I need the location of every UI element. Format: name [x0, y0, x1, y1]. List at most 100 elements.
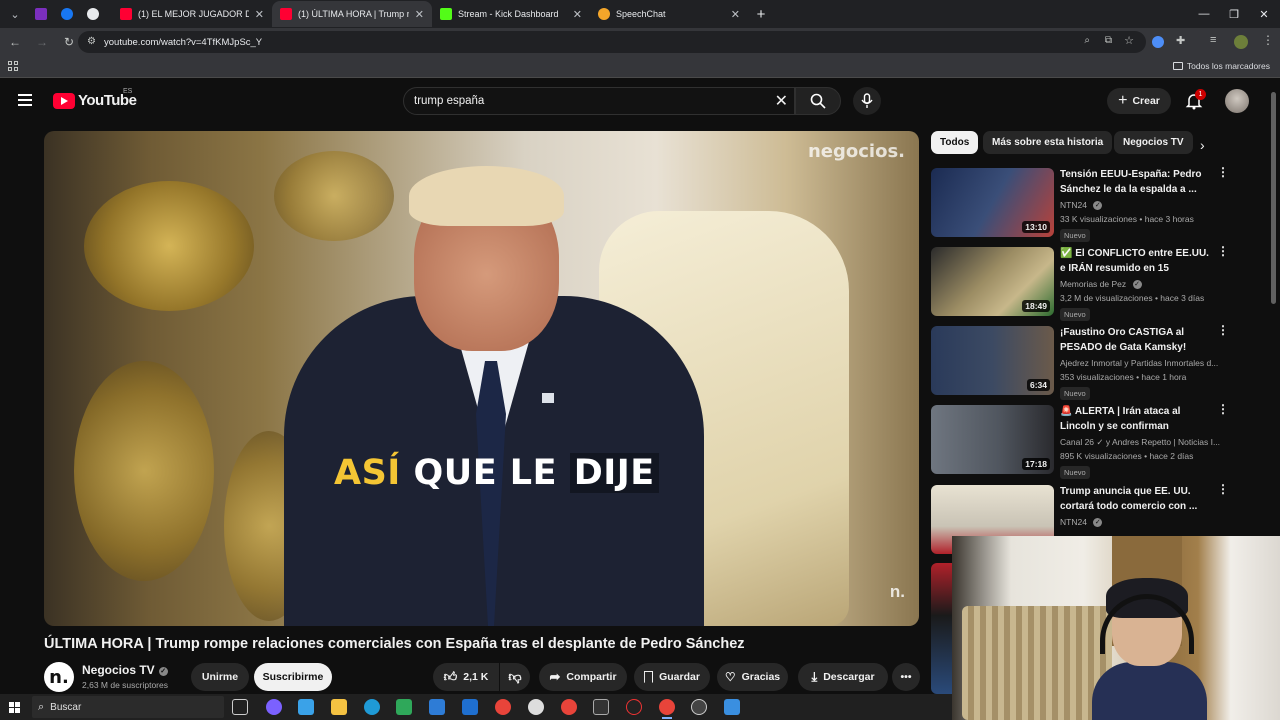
file-explorer-icon[interactable]	[331, 699, 347, 715]
apps-grid-icon[interactable]	[8, 61, 18, 71]
address-bar[interactable]: ⚙ youtube.com/watch?v=4TfKMJpSc_Y ⌕ ⧉ ☆	[78, 31, 1146, 53]
all-bookmarks-button[interactable]: Todos los marcadores	[1172, 61, 1270, 71]
share-button[interactable]: ➦ Compartir	[539, 663, 627, 691]
thanks-button[interactable]: ♡ Gracias	[717, 663, 788, 691]
recommendation-item[interactable]: 17:18 🚨 ALERTA | Irán ataca al Lincoln y…	[931, 403, 1231, 479]
video-thumbnail[interactable]: 18:49	[931, 247, 1054, 316]
chip-mas-sobre-esta-historia[interactable]: Más sobre esta historia	[983, 131, 1113, 154]
forward-arrow-icon[interactable]: →	[30, 30, 54, 54]
extensions-puzzle-icon[interactable]: ✚	[1176, 34, 1185, 47]
tab-close-icon[interactable]: ✕	[255, 8, 264, 21]
obs-icon[interactable]	[593, 699, 609, 715]
save-button[interactable]: Guardar	[634, 663, 710, 691]
restore-window-button[interactable]: ❐	[1218, 0, 1250, 28]
video-duration: 13:10	[1022, 221, 1050, 233]
mail-icon[interactable]	[429, 699, 445, 715]
bookmark-star-icon[interactable]: ☆	[1124, 34, 1134, 47]
video-thumbnail[interactable]: 13:10	[931, 168, 1054, 237]
video-thumbnail[interactable]: 17:18	[931, 405, 1054, 474]
zoom-icon[interactable]: ⌕	[1084, 35, 1090, 46]
voice-search-button[interactable]	[853, 87, 881, 115]
subscribe-button[interactable]: Suscribirme	[254, 663, 332, 691]
media-control-icon[interactable]: ≡	[1210, 34, 1216, 46]
recommendation-item[interactable]: 18:49 ✅ El CONFLICTO entre EE.UU. e IRÁN…	[931, 245, 1231, 321]
create-button[interactable]: + Crear	[1107, 88, 1171, 114]
join-button[interactable]: Unirme	[191, 663, 249, 691]
chip-negocios-tv[interactable]: Negocios TV	[1114, 131, 1193, 154]
minimize-window-button[interactable]: —	[1188, 0, 1220, 28]
clear-search-icon[interactable]: ✕	[775, 91, 788, 111]
search-query-text: trump españa	[414, 95, 485, 107]
taskbar-search-input[interactable]: ⌕ Buscar	[32, 696, 224, 718]
back-arrow-icon[interactable]: ←	[3, 30, 27, 54]
channel-avatar[interactable]: n.	[44, 662, 74, 692]
app-icon[interactable]	[298, 699, 314, 715]
task-view-icon[interactable]	[232, 699, 248, 715]
chrome-icon[interactable]	[495, 699, 511, 715]
microphone-icon	[861, 93, 873, 108]
install-app-icon[interactable]: ⧉	[1105, 35, 1112, 46]
app-icon[interactable]	[528, 699, 544, 715]
more-vertical-icon[interactable]: ⋮	[1217, 245, 1229, 257]
edge-browser-icon[interactable]	[364, 699, 380, 715]
dislike-button[interactable]: 👎︎	[500, 663, 530, 691]
app-icon[interactable]	[561, 699, 577, 715]
video-frame-decoration	[274, 151, 394, 241]
video-thumbnail[interactable]: 6:34	[931, 326, 1054, 395]
store-icon[interactable]	[462, 699, 478, 715]
tab-close-icon[interactable]: ✕	[415, 8, 424, 21]
recommendation-item[interactable]: 13:10 Tensión EEUU-España: Pedro Sánchez…	[931, 166, 1231, 242]
download-label: Descargar	[823, 671, 875, 683]
profile-avatar[interactable]	[1234, 35, 1248, 49]
search-input[interactable]: trump españa ✕	[403, 87, 795, 115]
app-icon[interactable]	[724, 699, 740, 715]
pinned-tab-facebook[interactable]	[54, 1, 80, 27]
close-window-button[interactable]: ✕	[1248, 0, 1280, 28]
windows-start-icon[interactable]	[0, 694, 28, 720]
more-vertical-icon[interactable]: ⋮	[1217, 166, 1229, 178]
page-scrollbar[interactable]	[1271, 92, 1276, 304]
app-icon[interactable]	[396, 699, 412, 715]
chips-next-chevron-icon[interactable]: ›	[1200, 137, 1205, 153]
video-player[interactable]: negocios. ASÍ QUE LE DIJE n.	[44, 131, 919, 626]
like-button[interactable]: 👍︎ 2,1 K	[433, 663, 499, 691]
kick-favicon-icon	[440, 8, 452, 20]
tab-search-button[interactable]: ⌄	[2, 1, 28, 27]
video-duration: 6:34	[1026, 379, 1050, 391]
more-vertical-icon[interactable]: ⋮	[1217, 324, 1229, 336]
search-icon: ⌕	[38, 700, 45, 713]
menu-hamburger-icon[interactable]	[18, 94, 32, 106]
search-button[interactable]	[795, 87, 841, 115]
bookmark-icon	[644, 671, 654, 683]
chrome-active-icon[interactable]	[659, 699, 675, 719]
new-tab-button[interactable]: +	[748, 1, 774, 27]
channel-name[interactable]: Negocios TV ✓	[82, 663, 168, 677]
browser-tab[interactable]: Stream - Kick Dashboard ✕	[432, 1, 590, 27]
recommendation-meta: 353 visualizaciones • hace 1 hora	[1060, 372, 1187, 382]
copilot-icon[interactable]	[266, 699, 282, 715]
chip-todos[interactable]: Todos	[931, 131, 979, 154]
browser-tab[interactable]: SpeechChat ✕	[590, 1, 748, 27]
recommendation-item[interactable]: 6:34 ¡Faustino Oro CASTIGA al PESADO de …	[931, 324, 1231, 400]
recommendation-meta: 3,2 M de visualizaciones • hace 3 días	[1060, 293, 1205, 303]
download-button[interactable]: ⤓ Descargar	[798, 663, 888, 691]
recommendation-title: Trump anuncia que EE. UU. cortará todo c…	[1060, 486, 1198, 512]
recommendation-thumbnail-partial[interactable]	[931, 563, 952, 694]
pinned-tab-3[interactable]	[80, 1, 106, 27]
extension-icon[interactable]	[1152, 36, 1164, 48]
more-actions-button[interactable]: •••	[892, 663, 920, 691]
browser-menu-icon[interactable]: ⋮	[1262, 33, 1274, 47]
browser-tab-active[interactable]: (1) ÚLTIMA HORA | Trump r ✕	[272, 1, 432, 27]
account-avatar[interactable]	[1225, 89, 1249, 113]
browser-tab[interactable]: (1) EL MEJOR JUGADOR DEL PLA ✕	[112, 1, 272, 27]
site-info-icon[interactable]: ⚙	[87, 36, 96, 47]
more-vertical-icon[interactable]: ⋮	[1217, 483, 1229, 495]
pinned-tab-1[interactable]	[28, 1, 54, 27]
more-vertical-icon[interactable]: ⋮	[1217, 403, 1229, 415]
channel-name-text: Negocios TV	[82, 663, 155, 677]
media-player-icon[interactable]	[691, 699, 707, 715]
tab-close-icon[interactable]: ✕	[731, 8, 740, 21]
tab-close-icon[interactable]: ✕	[573, 8, 582, 21]
recommendation-title: Tensión EEUU-España: Pedro Sánchez le da…	[1060, 169, 1202, 195]
app-icon[interactable]	[626, 699, 642, 715]
